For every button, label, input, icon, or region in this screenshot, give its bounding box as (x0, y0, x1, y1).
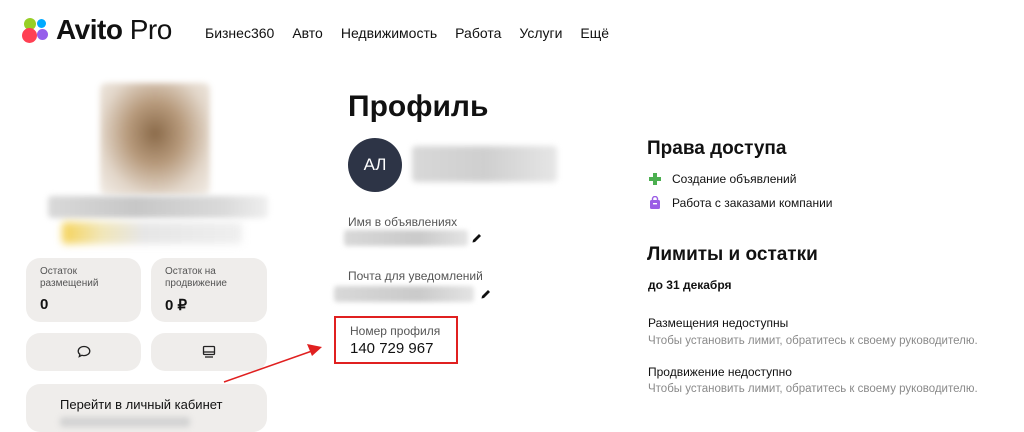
user-name-blurred (48, 196, 268, 218)
messages-button[interactable] (26, 333, 141, 371)
permission-create-listings-label: Создание объявлений (672, 172, 797, 186)
listing-name-value-blurred (344, 230, 468, 246)
profile-number-highlight: Номер профиля 140 729 967 (334, 316, 458, 364)
avito-pro-logo[interactable]: Avito Pro (22, 14, 172, 46)
permission-company-orders-label: Работа с заказами компании (672, 196, 833, 210)
profile-name-blurred (412, 146, 557, 182)
dashboard-button[interactable] (151, 333, 267, 371)
promotion-balance-card: Остаток на продвижение 0 ₽ (151, 258, 267, 322)
cabinet-subtext-blurred (60, 417, 190, 427)
edit-email-pencil-icon[interactable] (480, 288, 492, 300)
go-to-cabinet-button[interactable]: Перейти в личный кабинет (26, 384, 267, 432)
promotion-limit-desc: Чтобы установить лимит, обратитесь к сво… (648, 383, 978, 395)
limits-period: до 31 декабря (648, 278, 732, 292)
nav-item-auto[interactable]: Авто (292, 25, 323, 41)
shopping-bag-icon (650, 196, 660, 209)
top-nav: Бизнес360 Авто Недвижимость Работа Услуг… (205, 25, 627, 41)
listing-name-label: Имя в объявлениях (348, 215, 458, 229)
promotion-balance-label: Остаток на продвижение (165, 266, 227, 289)
placements-balance-card: Остаток размещений 0 (26, 258, 141, 322)
profile-number-label: Номер профиля (350, 324, 441, 338)
edit-listing-name-pencil-icon[interactable] (471, 232, 483, 244)
nav-item-more[interactable]: Ещё (580, 25, 609, 41)
placements-balance-value: 0 (40, 296, 49, 313)
permission-create-listings: Создание объявлений (648, 172, 796, 186)
placements-balance-label: Остаток размещений (40, 266, 99, 289)
placements-limit-title: Размещения недоступны (648, 316, 789, 330)
chat-bubble-icon (77, 345, 90, 358)
go-to-cabinet-label: Перейти в личный кабинет (60, 397, 223, 412)
nav-item-services[interactable]: Услуги (519, 25, 562, 41)
placements-limit-desc: Чтобы установить лимит, обратитесь к сво… (648, 335, 978, 347)
header: Avito Pro Бизнес360 Авто Недвижимость Ра… (0, 0, 1024, 70)
notification-email-value-blurred (334, 286, 474, 302)
promotion-balance-value: 0 ₽ (165, 297, 188, 314)
plus-icon (649, 173, 661, 185)
nav-item-business360[interactable]: Бизнес360 (205, 25, 274, 41)
profile-number-value: 140 729 967 (350, 340, 434, 357)
user-rating-blurred (62, 222, 242, 244)
avito-logo-icon (22, 17, 52, 43)
user-photo-blurred (100, 83, 210, 195)
avatar: АЛ (348, 138, 402, 192)
promotion-limit-title: Продвижение недоступно (648, 365, 792, 379)
notification-email-label: Почта для уведомлений (348, 269, 483, 283)
monitor-icon (202, 345, 216, 358)
page-title: Профиль (348, 90, 489, 123)
logo-text: Avito Pro (56, 14, 172, 45)
nav-item-jobs[interactable]: Работа (455, 25, 501, 41)
permission-company-orders: Работа с заказами компании (648, 196, 832, 210)
nav-item-realty[interactable]: Недвижимость (341, 25, 437, 41)
limits-title: Лимиты и остатки (647, 244, 818, 265)
access-rights-title: Права доступа (647, 138, 787, 159)
